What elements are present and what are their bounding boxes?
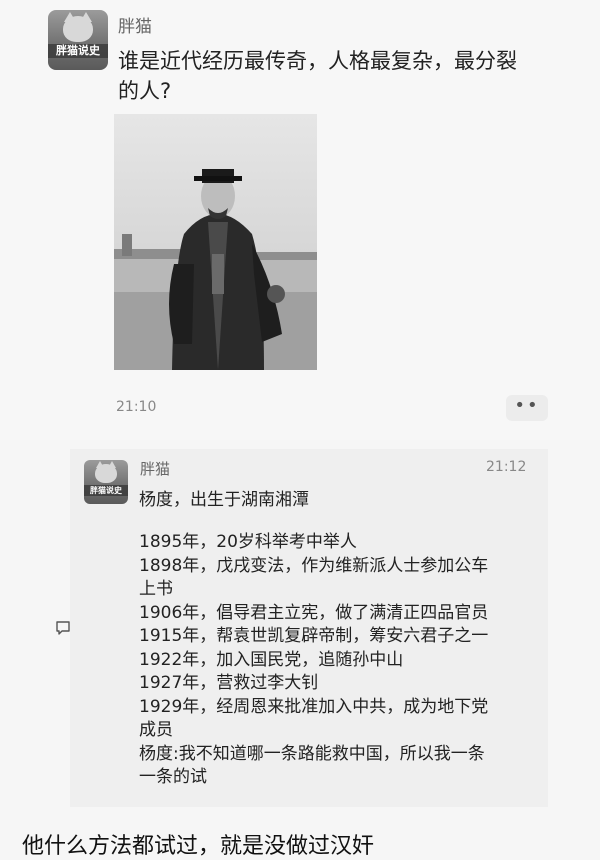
timeline-line: 1929年，经周恩来批准加入中共，成为地下党 [139,696,489,717]
timeline-line: 成员 [139,720,173,740]
cat-face-icon [63,16,93,42]
avatar-tag: 胖猫说史 [84,485,128,496]
cat-face-icon [95,464,117,483]
reply-intro: 杨度，出生于湖南湘潭 [139,490,309,510]
footer-comment: 他什么方法都试过，就是没做过汉奸 [22,834,375,859]
timeline-line: 1915年，帮袁世凯复辟帝制，筹安六君子之一 [139,626,489,646]
reply-username[interactable]: 胖猫 [140,458,170,479]
more-icon[interactable]: •• [506,395,548,421]
timeline-line: 1927年，营救过李大钊 [139,673,319,693]
timeline-line: 上书 [139,579,173,599]
question-line: 的人? [118,79,172,103]
timeline-line: 一条的试 [139,767,207,787]
avatar[interactable]: 胖猫说史 [48,10,108,70]
post-photo[interactable] [114,114,317,370]
post-username[interactable]: 胖猫 [118,12,152,37]
reply-time: 21:12 [486,459,527,475]
timeline-line: 1906年，倡导君主立宪，做了满清正四品官员 [139,602,489,623]
question-line: 谁是近代经历最传奇，人格最复杂，最分裂 [118,49,517,73]
timeline-line: 1898年，戊戌变法，作为维新派人士参加公车 [139,555,489,576]
avatar-tag: 胖猫说史 [48,44,108,58]
post-time: 21:10 [116,399,157,415]
timeline-line: 1895年，20岁科举考中举人 [139,532,357,552]
reply-avatar[interactable]: 胖猫说史 [84,460,128,504]
post-question: 谁是近代经历最传奇，人格最复杂，最分裂 的人? [118,46,558,106]
reply-timeline: 1895年，20岁科举考中举人 1898年，戊戌变法，作为维新派人士参加公车 上… [139,531,539,790]
comment-icon[interactable] [55,620,71,636]
timeline-line: 1922年，加入国民党，追随孙中山 [139,649,404,670]
timeline-line: 杨度:我不知道哪一条路能救中国，所以我一条 [139,743,485,764]
portrait-image [114,114,317,370]
